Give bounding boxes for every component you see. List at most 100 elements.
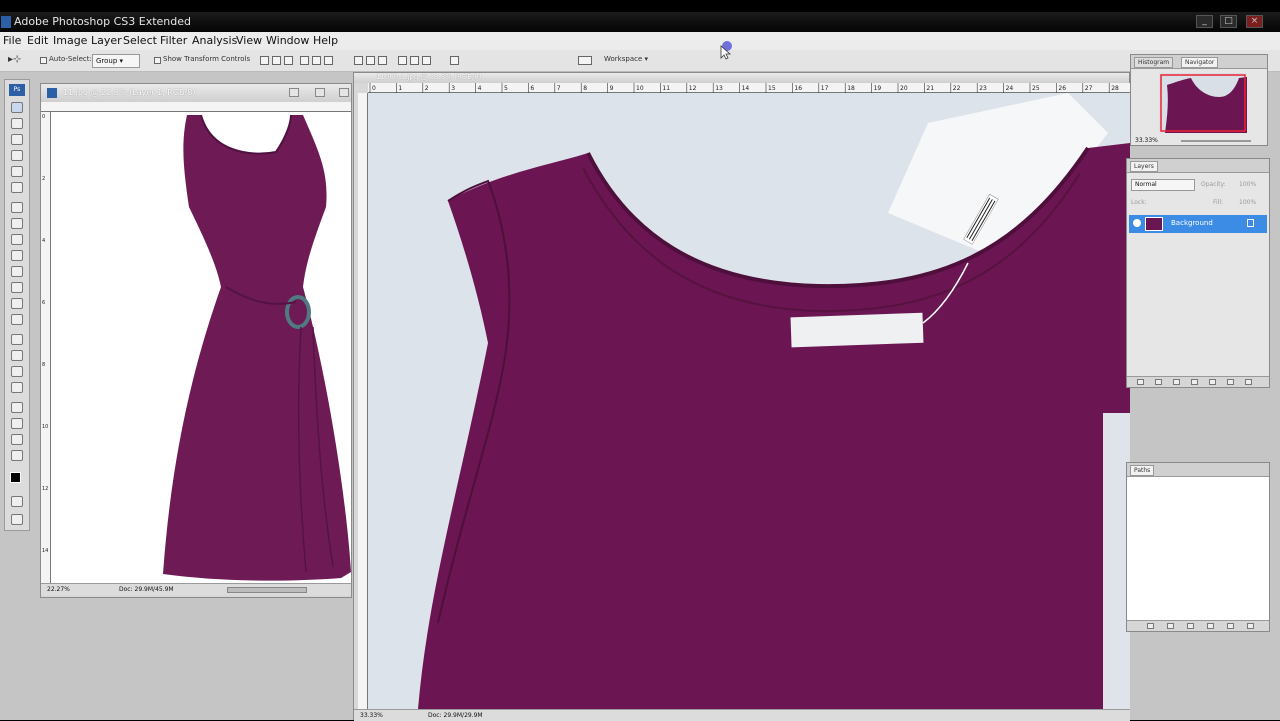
foreground-color-swatch[interactable] xyxy=(10,472,21,483)
align-top-icon[interactable] xyxy=(260,56,269,65)
doc-minimize-button[interactable] xyxy=(289,88,299,97)
workspace-menu[interactable]: Workspace ▾ xyxy=(604,55,648,63)
fill-label: Fill: xyxy=(1213,199,1224,206)
history-brush-tool-icon[interactable] xyxy=(11,250,23,261)
horizontal-ruler-left xyxy=(41,102,351,112)
tab-navigator[interactable]: Navigator xyxy=(1181,57,1219,68)
auto-select-dropdown[interactable]: Group ▾ xyxy=(92,54,140,68)
type-tool-icon[interactable] xyxy=(11,350,23,361)
close-button[interactable]: × xyxy=(1246,15,1263,28)
move-tool-icon[interactable] xyxy=(11,102,23,113)
new-layer-icon[interactable] xyxy=(1227,379,1234,385)
tab-histogram[interactable]: Histogram xyxy=(1134,57,1174,68)
align-right-icon[interactable] xyxy=(324,56,333,65)
doc-size-main[interactable]: Doc: 29.9M/29.9M xyxy=(428,712,483,719)
marquee-tool-icon[interactable] xyxy=(11,118,23,129)
align-bottom-icon[interactable] xyxy=(284,56,293,65)
menu-filter[interactable]: Filter xyxy=(160,34,187,47)
menu-view[interactable]: View xyxy=(236,34,262,47)
layer-row-background[interactable]: Background xyxy=(1129,215,1267,233)
distribute-left-icon[interactable] xyxy=(398,56,407,65)
fill-value[interactable]: 100% xyxy=(1239,199,1256,206)
ruler-number: 23 xyxy=(979,85,987,92)
canvas-left[interactable] xyxy=(51,112,351,583)
opacity-value[interactable]: 100% xyxy=(1239,181,1256,188)
blur-tool-icon[interactable] xyxy=(11,298,23,309)
align-left-icon[interactable] xyxy=(300,56,309,65)
navigator-zoom-slider[interactable] xyxy=(1181,140,1251,142)
lasso-tool-icon[interactable] xyxy=(11,134,23,145)
menu-image[interactable]: Image xyxy=(53,34,87,47)
delete-layer-icon[interactable] xyxy=(1245,379,1252,385)
shape-tool-icon[interactable] xyxy=(11,382,23,393)
brush-tool-icon[interactable] xyxy=(11,218,23,229)
zoom-level-main[interactable]: 33.33% xyxy=(360,712,383,719)
document-titlebar-left[interactable]: 11.jpg @ 22.3% (Layer 1, RGB/8) xyxy=(41,84,351,102)
quick-mask-icon[interactable] xyxy=(11,496,23,507)
healing-brush-tool-icon[interactable] xyxy=(11,202,23,213)
add-mask-icon[interactable] xyxy=(1173,379,1180,385)
menu-help[interactable]: Help xyxy=(313,34,338,47)
eraser-tool-icon[interactable] xyxy=(11,266,23,277)
slice-tool-icon[interactable] xyxy=(11,182,23,193)
link-layers-icon[interactable] xyxy=(1137,379,1144,385)
new-group-icon[interactable] xyxy=(1209,379,1216,385)
navigator-preview[interactable] xyxy=(1159,73,1247,133)
stroke-path-icon[interactable] xyxy=(1167,623,1174,629)
distribute-top-icon[interactable] xyxy=(354,56,363,65)
navigator-zoom[interactable]: 33.33% xyxy=(1135,137,1158,144)
dodge-tool-icon[interactable] xyxy=(11,314,23,325)
layer-name[interactable]: Background xyxy=(1171,219,1213,227)
delete-path-icon[interactable] xyxy=(1247,623,1254,629)
blend-mode-dropdown[interactable]: Normal xyxy=(1131,179,1195,191)
layer-style-icon[interactable] xyxy=(1155,379,1162,385)
path-selection-tool-icon[interactable] xyxy=(11,366,23,377)
zoom-tool-icon[interactable] xyxy=(11,450,23,461)
horizontal-scrollbar-left[interactable] xyxy=(227,587,307,593)
gradient-tool-icon[interactable] xyxy=(11,282,23,293)
workspace-icon[interactable] xyxy=(578,56,592,65)
magic-wand-tool-icon[interactable] xyxy=(11,150,23,161)
adjustment-layer-icon[interactable] xyxy=(1191,379,1198,385)
show-transform-checkbox[interactable] xyxy=(154,57,161,64)
distribute-hcenter-icon[interactable] xyxy=(410,56,419,65)
make-work-path-icon[interactable] xyxy=(1207,623,1214,629)
paths-list[interactable] xyxy=(1127,477,1269,621)
eyedropper-tool-icon[interactable] xyxy=(11,418,23,429)
canvas-main[interactable] xyxy=(368,93,1130,709)
auto-align-icon[interactable] xyxy=(450,56,459,65)
minimize-button[interactable]: _ xyxy=(1196,15,1213,28)
load-selection-icon[interactable] xyxy=(1187,623,1194,629)
screen-mode-icon[interactable] xyxy=(11,514,23,525)
layer-visibility-eye-icon[interactable] xyxy=(1133,219,1141,227)
ruler-number: 2 xyxy=(425,85,429,92)
menu-window[interactable]: Window xyxy=(266,34,309,47)
document-titlebar-main[interactable]: 11000-1.jpg @ 33.3% (RGB/8) xyxy=(354,73,1129,83)
pen-tool-icon[interactable] xyxy=(11,334,23,345)
fill-path-icon[interactable] xyxy=(1147,623,1154,629)
menu-file[interactable]: File xyxy=(3,34,21,47)
doc-maximize-button[interactable] xyxy=(315,88,325,97)
tab-layers[interactable]: Layers xyxy=(1130,161,1158,172)
auto-select-checkbox[interactable] xyxy=(40,57,47,64)
menu-layer[interactable]: Layer xyxy=(91,34,122,47)
hand-tool-icon[interactable] xyxy=(11,434,23,445)
zoom-level-left[interactable]: 22.27% xyxy=(47,586,70,593)
move-tool-icon[interactable]: ▸⊹ xyxy=(8,54,21,65)
distribute-vcenter-icon[interactable] xyxy=(366,56,375,65)
distribute-right-icon[interactable] xyxy=(422,56,431,65)
distribute-bottom-icon[interactable] xyxy=(378,56,387,65)
menu-edit[interactable]: Edit xyxy=(27,34,48,47)
doc-size-left[interactable]: Doc: 29.9M/45.9M xyxy=(119,586,174,593)
crop-tool-icon[interactable] xyxy=(11,166,23,177)
align-hcenter-icon[interactable] xyxy=(312,56,321,65)
align-vcenter-icon[interactable] xyxy=(272,56,281,65)
new-path-icon[interactable] xyxy=(1227,623,1234,629)
maximize-button[interactable]: □ xyxy=(1220,15,1237,28)
menu-analysis[interactable]: Analysis xyxy=(192,34,237,47)
clone-stamp-tool-icon[interactable] xyxy=(11,234,23,245)
doc-close-button[interactable] xyxy=(339,88,349,97)
notes-tool-icon[interactable] xyxy=(11,402,23,413)
menu-select[interactable]: Select xyxy=(123,34,157,47)
tab-paths[interactable]: Paths xyxy=(1130,465,1155,476)
